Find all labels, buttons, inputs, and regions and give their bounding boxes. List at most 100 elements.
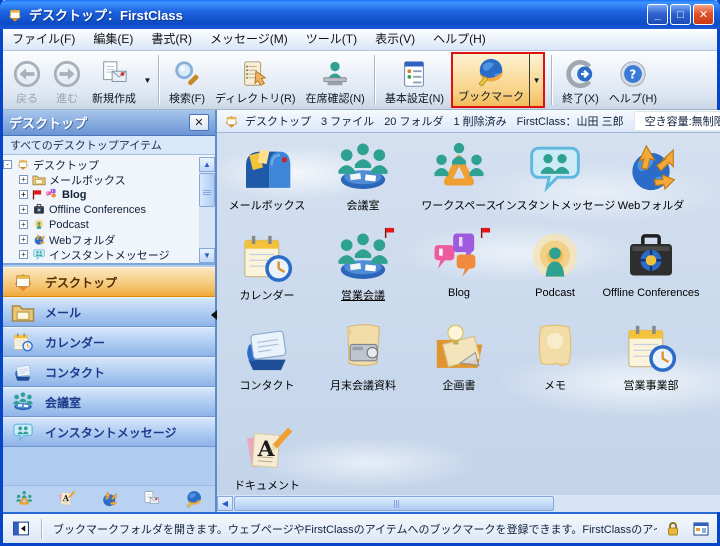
desktop-item-area: メールボックス 会議室 ワークスペース インスタントメッセージ [217,133,720,495]
directory-button[interactable]: ディレクトリ(R) [210,52,301,108]
menu-format[interactable]: 書式(R) [142,29,201,50]
menu-help[interactable]: ヘルプ(H) [424,29,495,50]
tree-item-desktop[interactable]: - デスクトップ [3,157,198,172]
expand-toggle[interactable]: + [19,175,28,184]
bookmark-highlight-box: ブックマーク ▼ [451,52,545,108]
unread-flag-icon [480,227,491,238]
mail-folder-icon [32,173,46,186]
folder-count: 20 フォルダ [384,113,443,129]
menu-tools[interactable]: ツール(T) [297,29,366,50]
web-folder-icon [622,140,680,196]
app-window: デスクトップ：FirstClass _ □ ✕ ファイル(F) 編集(E) 書式… [0,0,720,546]
maximize-button[interactable]: □ [670,4,691,25]
desktop-item-proposal[interactable]: 企画書 [411,313,507,403]
workspace-icon[interactable] [15,490,33,508]
menu-file[interactable]: ファイル(F) [3,29,84,50]
contact-icon [11,361,35,383]
conference-icon [11,391,35,413]
web-folder-icon[interactable] [100,490,118,508]
desktop-item-webfolder[interactable]: Webフォルダ [603,133,699,223]
desktop-item-workspace[interactable]: ワークスペース [411,133,507,223]
forward-button[interactable]: 進む [47,52,87,108]
icon-grid: メールボックス 会議室 ワークスペース インスタントメッセージ [219,133,699,493]
instant-message-icon [526,140,584,196]
toolbar-separator [551,55,553,105]
desktop-item-instant-message[interactable]: インスタントメッセージ [507,133,603,223]
expand-toggle[interactable]: + [19,205,28,214]
expand-toggle[interactable]: + [19,190,28,199]
tree-item-instant-message[interactable]: + インスタントメッセージ [3,247,198,262]
bookmark-button[interactable]: ブックマーク [453,54,529,106]
tree-item-mailbox[interactable]: + メールボックス [3,172,198,187]
minimize-button[interactable]: _ [647,4,668,25]
sidebar-subtitle: すべてのデスクトップアイテム [3,136,215,155]
desktop-item-memo[interactable]: メモ [507,313,603,403]
sidebar-item-desktop[interactable]: デスクトップ [3,267,215,297]
scroll-thumb[interactable] [199,173,215,207]
scroll-left-arrow[interactable]: ◀ [217,496,233,511]
expand-toggle[interactable]: + [19,235,28,244]
close-button[interactable]: ✕ [693,4,714,25]
workspace-icon [430,140,488,196]
layout-icon[interactable] [693,521,709,537]
horizontal-scrollbar[interactable]: ◀ ▶ [217,495,720,512]
main-title: デスクトップ [245,113,311,129]
desktop-item-document[interactable]: ドキュメント [219,419,315,493]
desktop-item-monthly-meeting-docs[interactable]: 月末会議資料 [315,313,411,403]
desktop-item-offline-conferences[interactable]: Offline Conferences [603,223,699,313]
toolbar: 戻る 進む 新規作成 ▼ 検索(F) ディレクトリ(R) 在席確認(N) [3,51,717,110]
tree-item-podcast[interactable]: + Podcast [3,217,198,232]
scroll-down-arrow[interactable]: ▼ [199,248,215,263]
document-icon[interactable] [57,490,75,508]
tree-scrollbar[interactable]: ▲ ▼ [199,157,215,263]
sidebar-close-button[interactable]: ✕ [189,114,209,131]
unread-flag-icon [32,188,42,201]
status-bar: ブックマークフォルダを開きます。ウェブページやFirstClassのアイテムへの… [3,512,717,543]
note-icon[interactable] [142,490,160,508]
forward-icon [52,59,82,89]
desktop-item-mailbox[interactable]: メールボックス [219,133,315,223]
contact-icon [238,320,296,376]
menu-view[interactable]: 表示(V) [366,29,424,50]
panel-toggle-icon[interactable] [11,520,31,537]
sidebar-item-calendar[interactable]: カレンダー [3,327,215,357]
desktop-item-sales-meeting[interactable]: 営業会議 [315,223,411,313]
new-document-button[interactable]: 新規作成 [87,52,141,108]
bookmark-globe-icon[interactable] [185,490,203,508]
sidebar-item-conference[interactable]: 会議室 [3,387,215,417]
scroll-thumb[interactable] [234,496,554,511]
title-bar[interactable]: デスクトップ：FirstClass _ □ ✕ [0,0,720,29]
tree-item-webfolder[interactable]: + Webフォルダ [3,232,198,247]
sidebar-item-instant-message[interactable]: インスタントメッセージ [3,417,215,447]
exit-icon [565,59,595,89]
search-button[interactable]: 検索(F) [164,52,210,108]
bookmark-dropdown-arrow[interactable]: ▼ [529,54,543,106]
tree-item-blog[interactable]: + Blog [3,187,198,202]
help-button[interactable]: ヘルプ(H) [604,52,662,108]
desktop-icon [11,271,35,293]
scroll-up-arrow[interactable]: ▲ [199,157,215,172]
desktop-item-blog[interactable]: Blog [411,223,507,313]
sidebar-item-mail[interactable]: メール [3,297,215,327]
expand-toggle[interactable]: + [19,220,28,229]
menu-message[interactable]: メッセージ(M) [201,29,297,50]
expand-toggle[interactable]: + [19,250,28,259]
desktop-item-contact[interactable]: コンタクト [219,313,315,403]
menu-edit[interactable]: 編集(E) [84,29,142,50]
bookmark-globe-icon [476,57,506,87]
exit-button[interactable]: 終了(X) [557,52,604,108]
desktop-item-calendar[interactable]: カレンダー [219,223,315,313]
presence-button[interactable]: 在席確認(N) [301,52,370,108]
briefcase-icon [32,203,46,216]
new-document-dropdown-arrow[interactable]: ▼ [141,60,154,100]
desktop-item-sales-division[interactable]: 営業事業部 [603,313,699,403]
back-button[interactable]: 戻る [7,52,47,108]
sidebar-item-contact[interactable]: コンタクト [3,357,215,387]
help-icon [618,59,648,89]
unread-flag-icon [384,227,395,238]
collapse-toggle[interactable]: - [3,160,12,169]
desktop-item-podcast[interactable]: Podcast [507,223,603,313]
tree-item-offline-conferences[interactable]: + Offline Conferences [3,202,198,217]
desktop-item-conference[interactable]: 会議室 [315,133,411,223]
preferences-button[interactable]: 基本設定(N) [380,52,449,108]
